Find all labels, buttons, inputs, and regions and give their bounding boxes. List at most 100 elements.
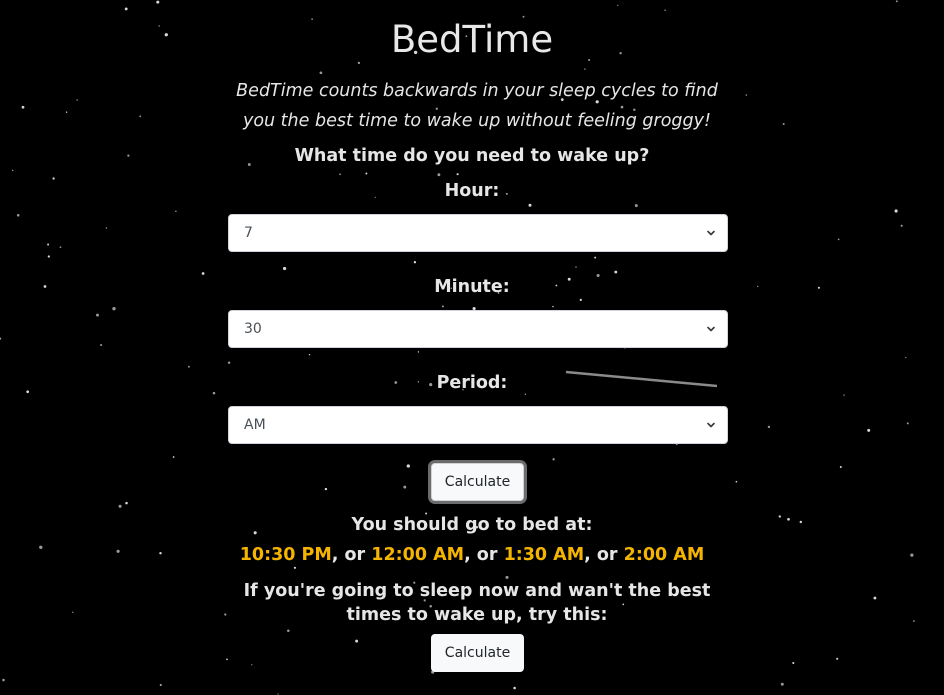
star <box>894 209 898 213</box>
result-label: You should go to bed at: <box>351 515 593 535</box>
star <box>745 94 748 96</box>
hour-select-value: 7 <box>244 225 253 241</box>
star <box>905 356 907 359</box>
star <box>792 661 795 665</box>
calculate-bedtime-button[interactable]: Calculate <box>431 463 524 501</box>
star <box>873 596 877 600</box>
star <box>59 246 62 249</box>
star <box>843 394 845 396</box>
separator: , or <box>584 545 624 565</box>
star <box>2 678 5 682</box>
star <box>11 169 14 172</box>
star <box>76 99 78 101</box>
star <box>319 71 323 75</box>
star <box>617 4 619 7</box>
star <box>100 343 103 347</box>
star <box>65 111 68 113</box>
star <box>105 227 108 229</box>
star <box>159 683 162 687</box>
period-select[interactable]: AM <box>228 406 728 444</box>
star <box>900 224 903 227</box>
star <box>867 428 871 432</box>
star <box>906 422 909 425</box>
star <box>175 210 177 212</box>
star <box>112 307 116 311</box>
minute-label: Minute: <box>434 277 510 297</box>
star <box>837 238 840 241</box>
period-label: Period: <box>436 373 508 393</box>
sleep-now-prompt: If you're going to sleep now and wan't t… <box>243 581 711 625</box>
hour-label: Hour: <box>444 181 500 201</box>
star <box>47 255 50 258</box>
star <box>839 466 842 468</box>
bedtime-option-2: 12:00 AM <box>371 545 465 565</box>
star <box>579 298 582 302</box>
star <box>782 123 785 125</box>
star <box>227 361 231 364</box>
star <box>139 115 142 118</box>
star <box>172 456 175 458</box>
page-title: BedTime <box>390 18 554 61</box>
star <box>226 658 228 661</box>
star <box>552 305 554 308</box>
star <box>355 639 359 643</box>
star <box>594 256 597 259</box>
bedtime-option-4: 2:00 AM <box>623 545 705 565</box>
star <box>413 261 417 264</box>
star <box>287 629 290 633</box>
calculate-wake-button[interactable]: Calculate <box>431 634 524 672</box>
star <box>441 305 444 308</box>
star <box>614 270 618 274</box>
minute-select-value: 30 <box>244 321 262 337</box>
separator: , or <box>331 545 372 565</box>
star <box>293 566 297 569</box>
bedtime-option-3: 1:30 AM <box>503 545 585 565</box>
star <box>437 173 441 177</box>
chevron-down-icon <box>707 230 715 236</box>
star <box>735 480 738 483</box>
star <box>664 9 666 11</box>
star <box>277 693 279 695</box>
separator: , or <box>464 545 504 565</box>
star <box>767 425 771 429</box>
star <box>0 337 2 340</box>
star <box>575 266 577 268</box>
star <box>339 173 341 176</box>
star <box>406 464 410 468</box>
star <box>96 313 99 317</box>
tagline: BedTime counts backwards in your sleep c… <box>236 81 718 131</box>
star <box>201 272 205 275</box>
minute-select[interactable]: 30 <box>228 310 728 348</box>
star <box>552 458 555 461</box>
star <box>251 664 253 666</box>
star <box>156 0 160 4</box>
star <box>357 61 361 65</box>
chevron-down-icon <box>707 326 715 332</box>
hour-select[interactable]: 7 <box>228 214 728 252</box>
star <box>72 611 74 613</box>
star <box>187 365 190 368</box>
bedtime-option-1: 10:30 PM <box>239 545 332 565</box>
star <box>780 682 784 686</box>
star <box>456 173 459 176</box>
star <box>125 501 128 505</box>
star <box>16 214 20 217</box>
chevron-down-icon <box>707 422 715 428</box>
star <box>403 485 407 489</box>
star <box>365 172 368 175</box>
period-select-value: AM <box>244 417 266 433</box>
bedtime-results: 10:30 PM, or 12:00 AM, or 1:30 AM, or 2:… <box>0 543 944 567</box>
star <box>417 351 420 353</box>
star <box>634 204 638 208</box>
star <box>47 243 50 246</box>
star <box>895 0 898 3</box>
star <box>118 504 122 508</box>
star <box>513 686 516 690</box>
star <box>324 487 328 491</box>
star <box>913 620 915 622</box>
star <box>528 203 532 207</box>
star <box>584 68 586 70</box>
star <box>836 657 839 660</box>
star <box>21 105 25 109</box>
star <box>308 354 311 356</box>
